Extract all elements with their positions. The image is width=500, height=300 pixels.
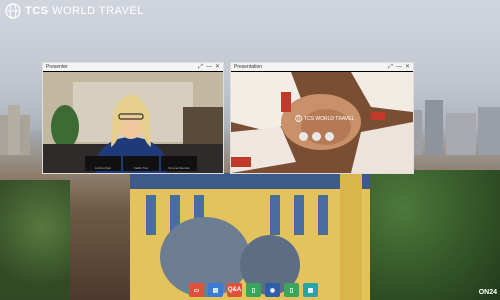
presentation-panel-title: Presentation (234, 64, 263, 70)
presenter-video: Ambra Zyler Kaitlin Tow Simone Mendes (43, 72, 223, 173)
notes-button[interactable]: ▯ (246, 283, 261, 297)
on24-watermark: ON24 (478, 289, 497, 296)
chat-icon: ▤ (212, 287, 219, 294)
slides-icon: ▭ (193, 287, 200, 294)
slide-brand: TCS WORLD TRAVEL (295, 115, 354, 122)
close-icon[interactable]: ✕ (405, 63, 410, 71)
expand-icon[interactable]: ⤢ (198, 63, 203, 71)
speaker-name-strip: Ambra Zyler Kaitlin Tow Simone Mendes (85, 156, 197, 171)
speaker-name: Simone Mendes (161, 156, 197, 171)
presentation-panel-header[interactable]: Presentation ⤢ — ✕ (231, 63, 413, 71)
globe-icon (295, 115, 302, 122)
user-button[interactable]: ◉ (265, 283, 280, 297)
slide-brand-text: TCS WORLD TRAVEL (304, 115, 355, 122)
presenter-panel-title: Presenter (46, 64, 68, 70)
presentation-slide: TCS WORLD TRAVEL (231, 72, 413, 173)
brand-name-light: WORLD TRAVEL (52, 5, 144, 17)
speaker-name: Ambra Zyler (85, 156, 121, 171)
resources-icon: ▯ (289, 287, 294, 294)
trees-left (0, 180, 70, 300)
user-icon: ◉ (269, 287, 276, 294)
minimize-icon[interactable]: — (396, 63, 402, 71)
brand-name: TCS WORLD TRAVEL (25, 5, 144, 17)
resources-button[interactable]: ▯ (284, 283, 299, 297)
slide-action-icons (299, 132, 334, 141)
survey-button[interactable]: ▦ (303, 283, 318, 297)
qa-label: Q&A (227, 287, 242, 293)
cathedral (130, 165, 370, 300)
survey-icon: ▦ (307, 287, 314, 294)
action-circle-icon[interactable] (325, 132, 334, 141)
document-icon: ▯ (251, 287, 256, 294)
expand-icon[interactable]: ⤢ (388, 63, 393, 71)
chat-button[interactable]: ▤ (208, 283, 223, 297)
close-icon[interactable]: ✕ (215, 63, 220, 71)
slides-button[interactable]: ▭ (189, 283, 204, 297)
brand-name-bold: TCS (25, 5, 49, 17)
presentation-panel[interactable]: Presentation ⤢ — ✕ TCS WORLD TRAVEL (230, 62, 414, 174)
globe-icon (5, 3, 21, 19)
minimize-icon[interactable]: — (206, 63, 212, 71)
action-circle-icon[interactable] (299, 132, 308, 141)
qa-button[interactable]: Q&A (227, 283, 242, 297)
brand-logo: TCS WORLD TRAVEL (5, 3, 144, 19)
presenter-panel-header[interactable]: Presenter ⤢ — ✕ (43, 63, 223, 71)
presenter-panel[interactable]: Presenter ⤢ — ✕ Ambra Zyler Kaitlin Tow … (42, 62, 224, 174)
action-circle-icon[interactable] (312, 132, 321, 141)
bottom-toolbar: ▭ ▤ Q&A ▯ ◉ ▯ ▦ (189, 283, 318, 297)
speaker-name: Kaitlin Tow (123, 156, 159, 171)
hands-image (231, 72, 413, 173)
